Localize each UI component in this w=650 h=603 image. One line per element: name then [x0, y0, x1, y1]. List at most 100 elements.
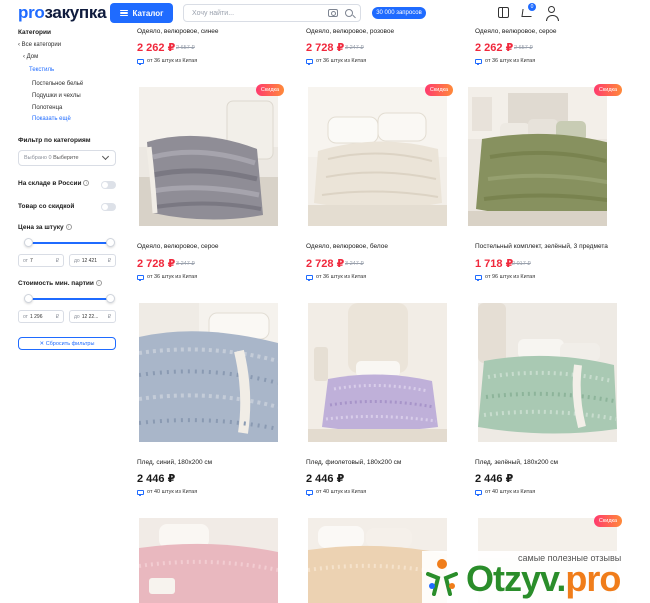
- shipping-text: от 40 штук из Китая: [147, 489, 198, 495]
- product-name[interactable]: Плед, зелёный, 180х200 см: [475, 459, 558, 466]
- subcategory-item[interactable]: Подушки и чехлы: [32, 93, 81, 99]
- shipping-info: от 36 штук из Китая: [137, 274, 198, 281]
- cart-count-badge: 0: [528, 3, 536, 11]
- product-name[interactable]: Одеяло, велюровое, розовое: [306, 28, 394, 35]
- shipping-text: от 40 штук из Китая: [316, 489, 367, 495]
- delivery-icon: [475, 489, 482, 496]
- site-logo[interactable]: proзакупка: [18, 3, 107, 23]
- product-image[interactable]: [139, 303, 278, 442]
- product-old-price: 3 247 ₽: [345, 261, 364, 267]
- category-filter-select[interactable]: Выбрано 0 Выберите: [18, 150, 116, 166]
- product-name[interactable]: Плед, синий, 180х200 см: [137, 459, 212, 466]
- shipping-info: от 36 штук из Китая: [306, 274, 366, 281]
- delivery-icon: [475, 58, 482, 65]
- catalog-button[interactable]: Каталог: [110, 3, 173, 23]
- search-placeholder: Хочу найти...: [192, 9, 235, 17]
- catalog-button-label: Каталог: [132, 8, 164, 18]
- product-name[interactable]: Одеяло, велюровое, синее: [137, 28, 219, 35]
- cost-to-input[interactable]: до 12 22... ₽: [69, 310, 116, 323]
- user-icon[interactable]: [546, 6, 559, 21]
- in-stock-toggle[interactable]: [101, 181, 116, 189]
- slider-max-handle[interactable]: [106, 294, 115, 303]
- delivery-icon: [306, 274, 313, 281]
- product-name[interactable]: Одеяло, велюровое, серое: [137, 243, 219, 250]
- textile-category-link[interactable]: Текстиль: [29, 67, 54, 73]
- product-price: 2 262 ₽: [137, 42, 176, 54]
- show-more-link[interactable]: Показать ещё: [32, 116, 71, 122]
- product-old-price: 3 247 ₽: [345, 45, 364, 51]
- categories-title: Категории: [18, 29, 52, 36]
- product-price: 2 728 ₽: [306, 258, 345, 270]
- shipping-text: от 40 штук из Китая: [485, 489, 536, 495]
- product-price: 2 446 ₽: [475, 473, 514, 485]
- all-categories-link[interactable]: ‹ Все категории: [18, 42, 61, 48]
- requests-badge[interactable]: 30 000 запросов: [372, 7, 426, 19]
- home-category-label: Дом: [26, 54, 39, 60]
- home-category-link[interactable]: ‹ Дом: [23, 54, 38, 60]
- shipping-text: от 36 штук из Китая: [147, 274, 198, 280]
- sale-badge: Скидка: [594, 84, 622, 96]
- slider-min-handle[interactable]: [24, 238, 33, 247]
- filter-title: Фильтр по категориям: [18, 137, 91, 144]
- product-image[interactable]: [139, 87, 278, 226]
- discount-toggle[interactable]: [101, 203, 116, 211]
- sale-badge: Скидка: [425, 84, 453, 96]
- product-image[interactable]: [478, 303, 617, 442]
- product-old-price: 3 247 ₽: [176, 261, 195, 267]
- product-image[interactable]: [308, 303, 447, 442]
- product-name[interactable]: Одеяло, велюровое, белое: [306, 243, 388, 250]
- top-header: proзакупка Каталог Хочу найти... 30 000 …: [0, 0, 650, 26]
- shipping-text: от 36 штук из Китая: [485, 58, 536, 64]
- to-label: до: [74, 257, 80, 264]
- to-label: до: [74, 313, 80, 320]
- reset-filters-button[interactable]: ✕ Сбросить фильтры: [18, 337, 116, 350]
- search-input[interactable]: Хочу найти...: [183, 4, 361, 22]
- cost-from-input[interactable]: от 1 296 ₽: [18, 310, 64, 323]
- delivery-icon: [137, 58, 144, 65]
- price-to-input[interactable]: до 12 421 ₽: [69, 254, 116, 267]
- camera-icon[interactable]: [328, 9, 338, 17]
- product-name[interactable]: Постельный комплект, зелёный, 3 предмета: [475, 243, 608, 250]
- product-old-price: 2 017 ₽: [512, 261, 531, 267]
- in-stock-label-text: На складе в России: [18, 180, 82, 187]
- product-price: 1 718 ₽: [475, 258, 514, 270]
- info-icon[interactable]: i: [65, 224, 72, 231]
- search-icon[interactable]: [345, 9, 353, 17]
- slider-track: [30, 242, 108, 244]
- product-old-price: 2 657 ₽: [514, 45, 533, 51]
- currency-sign: ₽: [55, 257, 59, 264]
- delivery-icon: [306, 58, 313, 65]
- from-label: от: [23, 257, 28, 264]
- box-icon[interactable]: [498, 7, 509, 18]
- slider-min-handle[interactable]: [24, 294, 33, 303]
- info-icon[interactable]: i: [95, 280, 102, 287]
- logo-pro-text: pro: [18, 3, 45, 22]
- chevron-down-icon: [101, 152, 110, 161]
- all-categories-label: Все категории: [21, 42, 62, 48]
- info-icon[interactable]: i: [83, 180, 90, 187]
- product-price: 2 728 ₽: [306, 42, 345, 54]
- product-image[interactable]: [308, 87, 447, 226]
- product-image[interactable]: [468, 87, 607, 226]
- cost-to-value: 12 22...: [81, 313, 99, 320]
- sale-badge: Скидка: [594, 515, 622, 527]
- watermark-logo: Otzyv.pro: [466, 558, 621, 600]
- product-image[interactable]: [139, 518, 278, 603]
- in-stock-filter-label: На складе в России i: [18, 180, 90, 187]
- subcategory-item[interactable]: Полотенца: [32, 105, 62, 111]
- subcategory-item[interactable]: Постельное бельё: [32, 81, 83, 87]
- product-name[interactable]: Плед, фиолетовый, 180х200 см: [306, 459, 401, 466]
- shipping-info: от 36 штук из Китая: [137, 58, 197, 65]
- delivery-icon: [475, 274, 482, 281]
- price-range-slider[interactable]: [18, 238, 116, 248]
- shipping-info: от 40 штук из Китая: [137, 489, 198, 496]
- price-from-input[interactable]: от 7 ₽: [18, 254, 64, 267]
- shipping-info: от 36 штук из Китая: [475, 58, 536, 65]
- delivery-icon: [306, 489, 313, 496]
- delivery-icon: [137, 489, 144, 496]
- product-name[interactable]: Одеяло, велюровое, серое: [475, 28, 557, 35]
- cost-title-text: Стоимость мин. партии: [18, 280, 94, 287]
- discount-filter-label: Товар со скидкой: [18, 203, 75, 210]
- slider-max-handle[interactable]: [106, 238, 115, 247]
- cost-range-slider[interactable]: [18, 294, 116, 304]
